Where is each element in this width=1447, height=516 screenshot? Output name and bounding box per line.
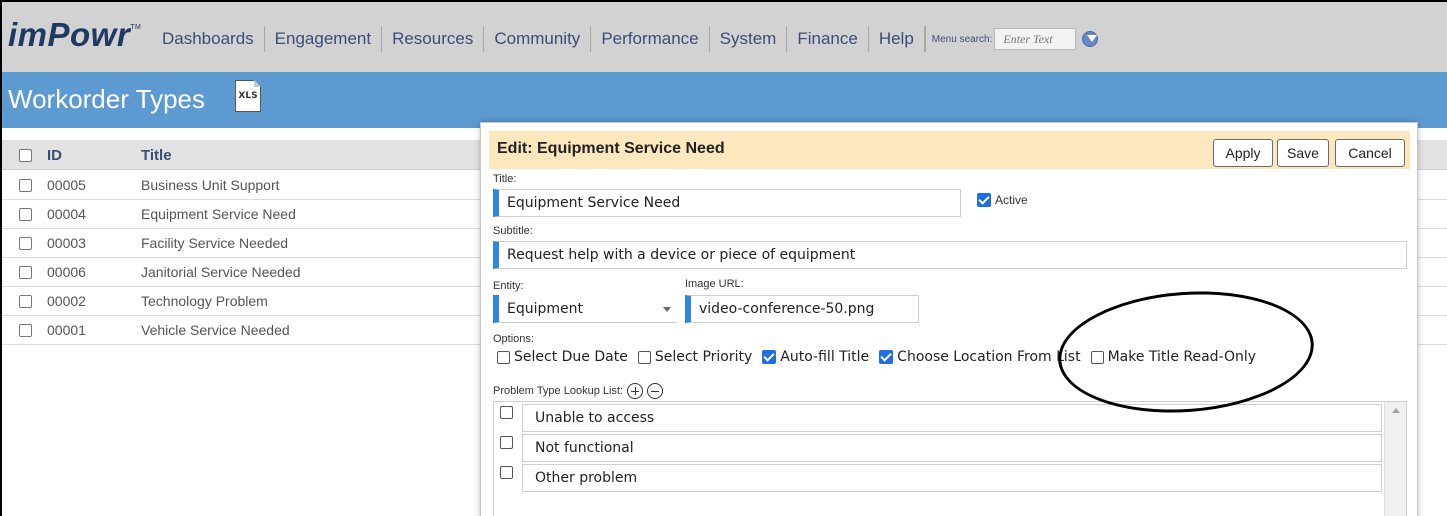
- nav-help[interactable]: Help: [869, 26, 925, 52]
- menu-search-input[interactable]: [994, 28, 1077, 50]
- option-select-due-date[interactable]: Select Due Date: [497, 349, 628, 365]
- row-title[interactable]: Facility Service Needed: [141, 235, 288, 251]
- options-label: Options:: [493, 333, 534, 345]
- nav-finance[interactable]: Finance: [787, 26, 869, 52]
- option-auto-fill-title[interactable]: Auto-fill Title: [762, 349, 869, 365]
- subtitle-label: Subtitle:: [493, 225, 533, 237]
- problem-type-lookup-header: Problem Type Lookup List:: [493, 383, 664, 399]
- problem-input[interactable]: Other problem: [522, 464, 1382, 492]
- row-title[interactable]: Vehicle Service Needed: [141, 322, 290, 338]
- main-menu: Dashboards Engagement Resources Communit…: [152, 26, 1099, 52]
- row-title[interactable]: Janitorial Service Needed: [141, 264, 301, 280]
- image-url-label: Image URL:: [685, 278, 744, 290]
- problem-input[interactable]: Not functional: [522, 434, 1382, 462]
- title-input[interactable]: Equipment Service Need: [493, 189, 961, 217]
- row-checkbox[interactable]: [19, 324, 32, 337]
- nav-system[interactable]: System: [710, 26, 788, 52]
- trademark-mark: TM: [130, 24, 142, 31]
- entity-label: Entity:: [493, 280, 524, 292]
- add-circle-icon[interactable]: [627, 383, 644, 399]
- entity-value: Equipment: [507, 301, 583, 317]
- active-checkbox[interactable]: [977, 193, 991, 207]
- list-item: Other problem: [500, 464, 1382, 492]
- nav-community[interactable]: Community: [484, 26, 592, 52]
- option-checkbox[interactable]: [762, 350, 777, 364]
- row-title[interactable]: Equipment Service Need: [141, 206, 296, 222]
- row-title[interactable]: Technology Problem: [141, 293, 268, 309]
- cancel-button[interactable]: Cancel: [1335, 139, 1405, 167]
- option-label: Select Due Date: [514, 349, 628, 365]
- image-url-input[interactable]: video-conference-50.png: [685, 295, 919, 323]
- entity-select[interactable]: Equipment: [493, 295, 677, 323]
- active-label: Active: [995, 193, 1028, 207]
- option-label: Select Priority: [654, 349, 753, 365]
- apply-button[interactable]: Apply: [1213, 139, 1273, 167]
- row-id: 00004: [47, 206, 86, 222]
- list-item: Unable to access: [500, 404, 1382, 432]
- list-item: Not functional: [500, 434, 1382, 462]
- title-label: Title:: [493, 173, 517, 185]
- problem-checkbox[interactable]: [500, 466, 513, 479]
- row-id: 00003: [47, 235, 86, 251]
- scroll-up-icon[interactable]: [1392, 408, 1400, 413]
- option-choose-location[interactable]: Choose Location From List: [879, 349, 1081, 365]
- xls-export-icon[interactable]: XLS: [235, 80, 261, 112]
- row-checkbox[interactable]: [19, 208, 32, 221]
- column-header-title[interactable]: Title: [141, 147, 172, 164]
- dialog-header: Edit: Equipment Service Need Apply Save …: [489, 131, 1410, 169]
- row-checkbox[interactable]: [19, 237, 32, 250]
- save-button[interactable]: Save: [1277, 139, 1329, 167]
- nav-dashboards[interactable]: Dashboards: [152, 26, 265, 52]
- row-checkbox[interactable]: [19, 266, 32, 279]
- nav-resources[interactable]: Resources: [382, 26, 485, 52]
- dialog-title: Edit: Equipment Service Need: [497, 140, 725, 157]
- nav-performance[interactable]: Performance: [591, 26, 710, 52]
- subtitle-input[interactable]: Request help with a device or piece of e…: [493, 241, 1407, 269]
- chevron-down-icon: [663, 307, 671, 312]
- app-logo[interactable]: imPowrTM: [8, 16, 141, 54]
- list-scrollbar[interactable]: [1384, 402, 1406, 516]
- option-checkbox[interactable]: [879, 350, 894, 364]
- row-id: 00006: [47, 264, 86, 280]
- column-header-id[interactable]: ID: [47, 147, 62, 164]
- option-checkbox[interactable]: [637, 350, 651, 364]
- row-checkbox[interactable]: [19, 295, 32, 308]
- active-checkbox-wrap[interactable]: Active: [977, 193, 1028, 207]
- problem-checkbox[interactable]: [500, 406, 513, 419]
- remove-circle-icon[interactable]: [647, 383, 664, 399]
- problem-checkbox[interactable]: [500, 436, 513, 449]
- select-all-checkbox[interactable]: [19, 149, 32, 162]
- option-checkbox[interactable]: [497, 350, 510, 364]
- row-id: 00001: [47, 322, 86, 338]
- menu-search-label: Menu search:: [931, 33, 993, 45]
- problem-input[interactable]: Unable to access: [522, 404, 1382, 432]
- problem-type-list: Unable to access Not functional Other pr…: [493, 401, 1407, 516]
- option-label: Auto-fill Title: [780, 349, 870, 365]
- menu-search: Menu search:: [924, 26, 1099, 52]
- nav-engagement[interactable]: Engagement: [265, 26, 383, 52]
- problem-list-label: Problem Type Lookup List:: [493, 385, 624, 397]
- row-id: 00002: [47, 293, 86, 309]
- top-nav: imPowrTM Dashboards Engagement Resources…: [2, 2, 1447, 72]
- row-title[interactable]: Business Unit Support: [141, 177, 280, 193]
- option-select-priority[interactable]: Select Priority: [637, 349, 753, 365]
- page-title: Workorder Types: [8, 84, 206, 114]
- row-id: 00005: [47, 177, 86, 193]
- page-header: Workorder Types XLS: [2, 72, 1447, 128]
- row-checkbox[interactable]: [19, 179, 32, 192]
- menu-search-go-icon[interactable]: [1082, 31, 1099, 47]
- option-label: Choose Location From List: [897, 349, 1081, 365]
